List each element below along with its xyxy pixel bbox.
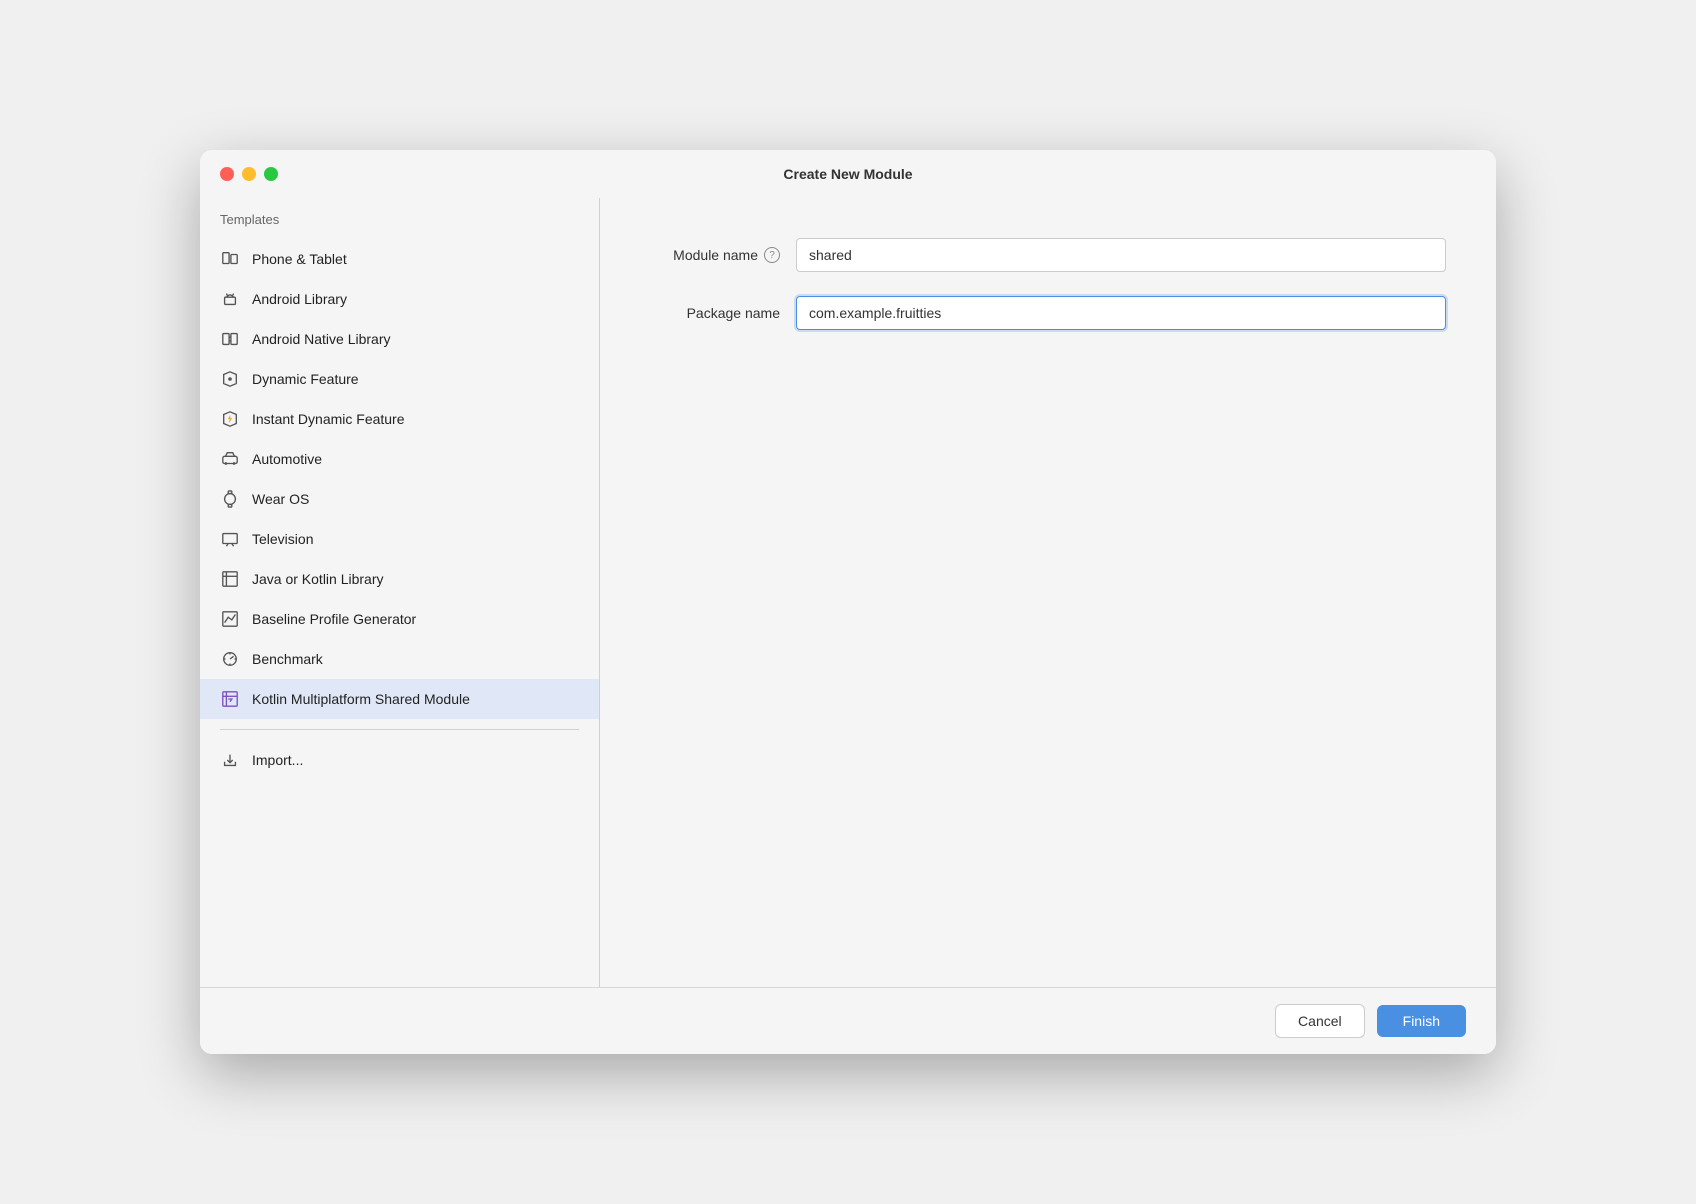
sidebar-item-android-native-library[interactable]: Android Native Library <box>200 319 599 359</box>
minimize-button[interactable] <box>242 167 256 181</box>
baseline-profile-generator-icon <box>220 609 240 629</box>
sidebar-item-label-java-kotlin-library: Java or Kotlin Library <box>252 571 384 587</box>
wear-os-icon <box>220 489 240 509</box>
sidebar-item-label-import: Import... <box>252 752 303 768</box>
package-name-row: Package name <box>650 296 1446 330</box>
import-icon <box>220 750 240 770</box>
window-controls <box>220 167 278 181</box>
sidebar-item-baseline-profile-generator[interactable]: Baseline Profile Generator <box>200 599 599 639</box>
module-name-input[interactable] <box>796 238 1446 272</box>
sidebar-item-label-kotlin-multiplatform: Kotlin Multiplatform Shared Module <box>252 691 470 707</box>
sidebar-item-label-instant-dynamic-feature: Instant Dynamic Feature <box>252 411 405 427</box>
automotive-icon <box>220 449 240 469</box>
benchmark-icon <box>220 649 240 669</box>
dialog-footer: Cancel Finish <box>200 987 1496 1054</box>
maximize-button[interactable] <box>264 167 278 181</box>
java-kotlin-library-icon <box>220 569 240 589</box>
dialog-body: Templates Phone & Tablet <box>200 198 1496 987</box>
sidebar-item-label-dynamic-feature: Dynamic Feature <box>252 371 359 387</box>
android-native-library-icon <box>220 329 240 349</box>
module-name-help-icon[interactable]: ? <box>764 247 780 263</box>
content-area: Module name ? Package name <box>600 198 1496 987</box>
android-library-icon <box>220 289 240 309</box>
sidebar-item-import[interactable]: Import... <box>200 740 599 780</box>
sidebar-item-label-baseline-profile-generator: Baseline Profile Generator <box>252 611 416 627</box>
sidebar-item-label-television: Television <box>252 531 313 547</box>
package-name-label: Package name <box>650 305 780 321</box>
sidebar-item-label-automotive: Automotive <box>252 451 322 467</box>
sidebar-item-dynamic-feature[interactable]: Dynamic Feature <box>200 359 599 399</box>
sidebar-item-kotlin-multiplatform[interactable]: Kotlin Multiplatform Shared Module <box>200 679 599 719</box>
sidebar-item-label-benchmark: Benchmark <box>252 651 323 667</box>
sidebar-item-phone-tablet[interactable]: Phone & Tablet <box>200 239 599 279</box>
sidebar-item-label-phone-tablet: Phone & Tablet <box>252 251 347 267</box>
sidebar-header: Templates <box>200 208 599 239</box>
instant-dynamic-feature-icon <box>220 409 240 429</box>
sidebar-item-label-android-library: Android Library <box>252 291 347 307</box>
module-name-label: Module name ? <box>650 247 780 263</box>
finish-button[interactable]: Finish <box>1377 1005 1466 1037</box>
sidebar: Templates Phone & Tablet <box>200 198 600 987</box>
sidebar-item-television[interactable]: Television <box>200 519 599 559</box>
dialog-title: Create New Module <box>783 166 912 182</box>
cancel-button[interactable]: Cancel <box>1275 1004 1365 1038</box>
dynamic-feature-icon <box>220 369 240 389</box>
close-button[interactable] <box>220 167 234 181</box>
sidebar-item-label-android-native-library: Android Native Library <box>252 331 391 347</box>
sidebar-item-benchmark[interactable]: Benchmark <box>200 639 599 679</box>
module-name-row: Module name ? <box>650 238 1446 272</box>
package-name-input[interactable] <box>796 296 1446 330</box>
sidebar-item-java-kotlin-library[interactable]: Java or Kotlin Library <box>200 559 599 599</box>
sidebar-item-wear-os[interactable]: Wear OS <box>200 479 599 519</box>
create-new-module-dialog: Create New Module Templates Phone & Tabl… <box>200 150 1496 1054</box>
sidebar-item-label-wear-os: Wear OS <box>252 491 309 507</box>
phone-tablet-icon <box>220 249 240 269</box>
sidebar-item-automotive[interactable]: Automotive <box>200 439 599 479</box>
television-icon <box>220 529 240 549</box>
title-bar: Create New Module <box>200 150 1496 198</box>
sidebar-divider <box>220 729 579 730</box>
sidebar-item-instant-dynamic-feature[interactable]: Instant Dynamic Feature <box>200 399 599 439</box>
sidebar-item-android-library[interactable]: Android Library <box>200 279 599 319</box>
kotlin-multiplatform-icon <box>220 689 240 709</box>
